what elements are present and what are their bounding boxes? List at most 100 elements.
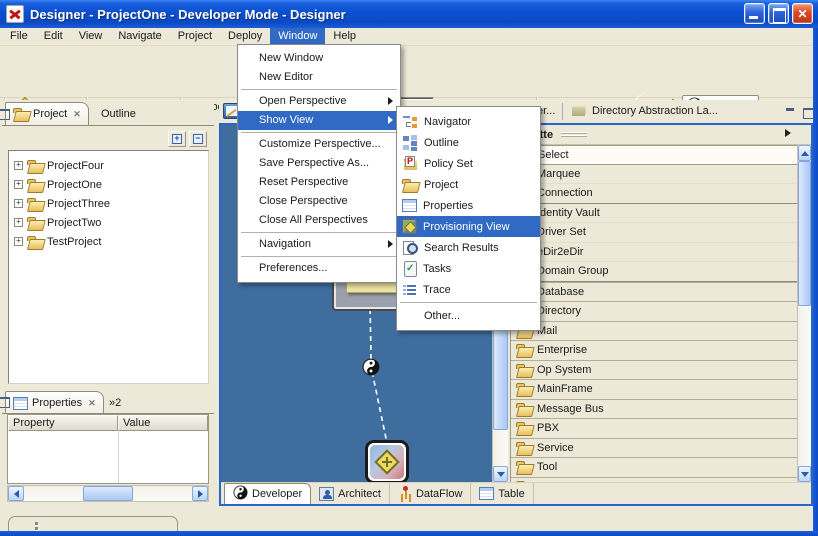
palette-item-pbx[interactable]: PBX <box>511 418 798 438</box>
window-menu-item-new-editor[interactable]: New Editor <box>238 68 400 87</box>
folder-icon <box>516 383 532 395</box>
scrollbar-thumb[interactable] <box>83 486 133 501</box>
titlebar: Designer - ProjectOne - Developer Mode -… <box>0 0 818 28</box>
palette-item-directory[interactable]: Directory <box>511 301 798 321</box>
page-tab-architect[interactable]: Architect <box>311 483 390 504</box>
show-view-item-provisioning-view[interactable]: Provisioning View <box>397 216 540 237</box>
menu-separator <box>241 232 397 233</box>
palette-item-mail[interactable]: Mail <box>511 321 798 341</box>
tab-properties-label: Properties <box>32 397 82 409</box>
yin-yang-connector-icon[interactable] <box>362 358 380 379</box>
palette-item-marquee[interactable]: Marquee <box>511 165 798 185</box>
divider <box>2 125 214 126</box>
tree-item-testproject[interactable]: +TestProject <box>9 232 208 251</box>
expand-icon[interactable]: + <box>14 180 23 189</box>
expand-icon[interactable]: + <box>14 199 23 208</box>
palette-scrollbar[interactable] <box>797 145 811 482</box>
menu-window[interactable]: Window <box>270 28 325 45</box>
tree-item-projectfour[interactable]: +ProjectFour <box>9 156 208 175</box>
menu-item-label: Open Perspective <box>259 95 346 107</box>
tree-item-projectone[interactable]: +ProjectOne <box>9 175 208 194</box>
show-view-item-project[interactable]: Project <box>397 174 540 195</box>
close-tab-icon[interactable]: ✕ <box>86 398 96 409</box>
window-menu-item-open-perspective[interactable]: Open Perspective <box>238 92 400 111</box>
palette-header[interactable]: Palette <box>511 125 811 145</box>
show-view-item-trace[interactable]: Trace <box>397 279 540 300</box>
page-tab-developer[interactable]: Developer <box>224 483 311 504</box>
column-header-property[interactable]: Property <box>8 415 118 431</box>
menu-separator <box>400 302 537 303</box>
menu-file[interactable]: File <box>2 28 36 45</box>
collapse-all-button[interactable]: − <box>189 131 207 147</box>
window-menu-item-close-perspective[interactable]: Close Perspective <box>238 192 400 211</box>
palette-item-domain-group[interactable]: Domain Group <box>511 262 798 282</box>
maximize-button[interactable] <box>768 3 789 24</box>
palette-item-identity-vault[interactable]: Identity Vault <box>511 204 798 224</box>
driver-node[interactable] <box>365 440 409 482</box>
window-menu-item-customize-perspective[interactable]: Customize Perspective... <box>238 135 400 154</box>
palette-item-tool[interactable]: Tool <box>511 457 798 477</box>
expand-icon[interactable]: + <box>14 237 23 246</box>
show-view-item-policy-set[interactable]: Policy Set <box>397 153 540 174</box>
scroll-left-button[interactable] <box>8 486 24 501</box>
show-view-item-outline[interactable]: Outline <box>397 132 540 153</box>
expand-icon[interactable]: + <box>14 161 23 170</box>
palette-item-database[interactable]: Database <box>511 282 798 302</box>
menu-project[interactable]: Project <box>170 28 220 45</box>
project-folder-icon <box>402 179 418 191</box>
menu-item-label: Reset Perspective <box>259 176 348 188</box>
palette-item-op-system[interactable]: Op System <box>511 360 798 380</box>
tab-more-views[interactable]: »2 <box>102 391 128 414</box>
tab-outline[interactable]: Outline <box>94 102 143 125</box>
column-header-value[interactable]: Value <box>118 415 208 431</box>
menu-edit[interactable]: Edit <box>36 28 71 45</box>
show-view-item-tasks[interactable]: Tasks <box>397 258 540 279</box>
window-menu-item-close-all-perspectives[interactable]: Close All Perspectives <box>238 211 400 230</box>
page-tab-dataflow[interactable]: DataFlow <box>390 483 471 504</box>
editor-tab-directory-abstraction[interactable]: Directory Abstraction La... <box>571 104 718 117</box>
window-menu-item-save-perspective-as[interactable]: Save Perspective As... <box>238 154 400 173</box>
palette-item-enterprise[interactable]: Enterprise <box>511 340 798 360</box>
tab-project-label: Project <box>33 108 67 120</box>
palette-item-connection[interactable]: Connection <box>511 184 798 204</box>
close-tab-icon[interactable]: ✕ <box>71 109 81 120</box>
tree-item-projecttwo[interactable]: +ProjectTwo <box>9 213 208 232</box>
scroll-down-button[interactable] <box>493 466 508 482</box>
menu-view[interactable]: View <box>71 28 111 45</box>
scroll-up-button[interactable] <box>798 145 811 161</box>
tree-item-projectthree[interactable]: +ProjectThree <box>9 194 208 213</box>
folder-icon <box>516 422 532 434</box>
palette-collapse-icon[interactable] <box>785 129 791 137</box>
palette-item-edir2edir[interactable]: eDir2eDir <box>511 243 798 263</box>
tab-properties[interactable]: Properties ✕ <box>5 391 104 414</box>
window-menu-item-navigation[interactable]: Navigation <box>238 235 400 254</box>
page-tab-table[interactable]: Table <box>471 483 533 504</box>
expand-icon[interactable]: + <box>14 218 23 227</box>
show-view-item-search-results[interactable]: Search Results <box>397 237 540 258</box>
close-button[interactable]: ✕ <box>792 3 813 24</box>
show-view-item-navigator[interactable]: Navigator <box>397 111 540 132</box>
minimize-button[interactable] <box>744 3 765 24</box>
palette-item-select[interactable]: Select <box>511 145 798 165</box>
menu-deploy[interactable]: Deploy <box>220 28 270 45</box>
show-view-item-properties[interactable]: Properties <box>397 195 540 216</box>
palette-item-mainframe[interactable]: MainFrame <box>511 379 798 399</box>
scroll-right-button[interactable] <box>192 486 208 501</box>
scroll-down-button[interactable] <box>798 466 811 482</box>
window-menu-item-reset-perspective[interactable]: Reset Perspective <box>238 173 400 192</box>
palette-item-driver-set[interactable]: Driver Set <box>511 223 798 243</box>
expand-all-button[interactable]: + <box>168 131 186 147</box>
scrollbar-thumb[interactable] <box>798 161 811 306</box>
palette-grip[interactable] <box>561 132 587 138</box>
menu-help[interactable]: Help <box>325 28 364 45</box>
horizontal-scrollbar[interactable] <box>7 485 209 502</box>
menu-navigate[interactable]: Navigate <box>110 28 169 45</box>
palette-item-service[interactable]: Service <box>511 438 798 458</box>
show-view-item-other[interactable]: Other... <box>397 305 540 326</box>
window-menu-item-preferences[interactable]: Preferences... <box>238 259 400 278</box>
tab-project[interactable]: Project ✕ <box>5 102 89 125</box>
window-menu-item-new-window[interactable]: New Window <box>238 49 400 68</box>
palette-item-label: Marquee <box>537 168 580 180</box>
window-menu-item-show-view[interactable]: Show View <box>238 111 400 130</box>
palette-item-message-bus[interactable]: Message Bus <box>511 399 798 419</box>
